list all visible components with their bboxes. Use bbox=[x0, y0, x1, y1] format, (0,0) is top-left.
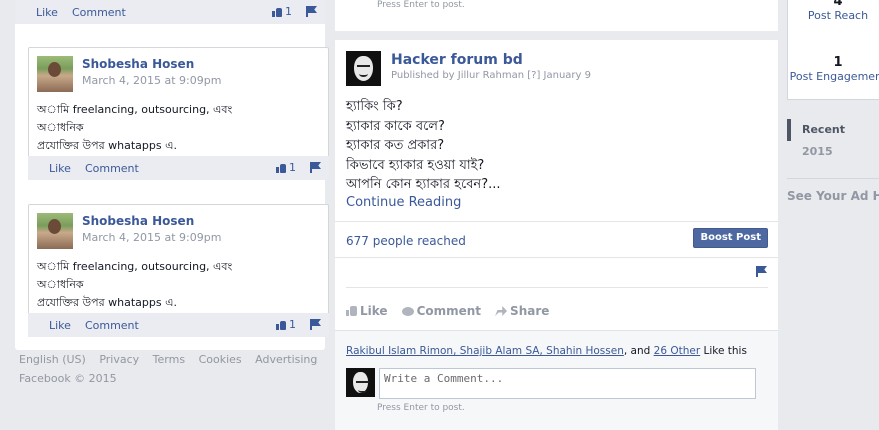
speech-bubble-icon bbox=[401, 306, 414, 316]
avatar[interactable] bbox=[37, 213, 73, 249]
reactions-summary: 1 bbox=[276, 318, 321, 331]
press-enter-hint: Press Enter to post. bbox=[377, 403, 465, 413]
post-line: হ্যাকার কত প্রকার? bbox=[346, 138, 445, 153]
like-count[interactable]: 1 bbox=[289, 318, 296, 331]
card-action-bar: Like Comment 1 bbox=[28, 313, 329, 337]
post-meta: Published by Jillur Rahman [?] January 9 bbox=[391, 70, 591, 81]
previous-post-stub: Press Enter to post. bbox=[335, 0, 778, 31]
footer-link-privacy[interactable]: Privacy bbox=[99, 353, 139, 366]
main-feed-column: Press Enter to post. Hacker forum bd Pub… bbox=[335, 0, 778, 430]
post-text-line: অামি freelancing, outsourcing, এবং অাধনি… bbox=[37, 260, 233, 291]
year-recent[interactable]: Recent bbox=[787, 119, 845, 141]
stat-label: Post Engagement bbox=[789, 70, 879, 83]
footer: English (US) Privacy Terms Cookies Adver… bbox=[19, 353, 327, 385]
post-line: হ্যাকার কাকে বলে? bbox=[346, 118, 445, 134]
flag-icon[interactable] bbox=[310, 162, 321, 173]
comment-card: Shobesha Hosen March 4, 2015 at 9:09pm অ… bbox=[28, 47, 329, 180]
comments-area: Rakibul Islam Rimon, Shajib Alam SA, Sha… bbox=[335, 330, 778, 430]
post-date[interactable]: March 4, 2015 at 9:09pm bbox=[82, 74, 221, 87]
like-action-label: Like bbox=[360, 304, 388, 318]
divider bbox=[335, 221, 778, 222]
boost-post-button[interactable]: Boost Post bbox=[693, 228, 768, 248]
like-action[interactable]: Like bbox=[346, 304, 388, 318]
page-post: Hacker forum bd Published by Jillur Rahm… bbox=[335, 40, 778, 430]
stat-label: Post Reach bbox=[807, 9, 869, 22]
press-enter-hint: Press Enter to post. bbox=[377, 0, 465, 10]
flag-icon[interactable] bbox=[756, 266, 767, 277]
page-name[interactable]: Hacker forum bd bbox=[391, 52, 523, 68]
share-action[interactable]: Share bbox=[495, 304, 549, 318]
see-your-ad-here[interactable]: See Your Ad Here bbox=[787, 189, 879, 203]
comment-link[interactable]: Comment bbox=[85, 319, 139, 332]
thumbs-up-icon bbox=[272, 7, 282, 17]
post-stats-box: 4 Post Reach 1 Post Engagement bbox=[787, 0, 879, 100]
post-text: অামি freelancing, outsourcing, এবং অাধনি… bbox=[37, 258, 277, 312]
comment-card: Shobesha Hosen March 4, 2015 at 9:09pm অ… bbox=[28, 204, 329, 337]
continue-reading-link[interactable]: Continue Reading bbox=[346, 195, 461, 210]
post-actions: Like Comment Share bbox=[346, 304, 563, 318]
post-date[interactable]: March 4, 2015 at 9:09pm bbox=[82, 231, 221, 244]
others-link[interactable]: 26 Other bbox=[654, 345, 701, 357]
like-count[interactable]: 1 bbox=[285, 5, 292, 18]
author-name[interactable]: Shobesha Hosen bbox=[82, 57, 194, 71]
likers-summary: Rakibul Islam Rimon, Shajib Alam SA, Sha… bbox=[346, 345, 747, 357]
author-name[interactable]: Shobesha Hosen bbox=[82, 214, 194, 228]
like-link[interactable]: Like bbox=[49, 319, 71, 332]
post-text-line: প্রযোক্তির উপর whatapps এ. bbox=[37, 139, 177, 152]
comment-link[interactable]: Comment bbox=[85, 162, 139, 175]
post-line: আপনি কোন হ্যাকার হবেন?... bbox=[346, 177, 501, 192]
share-arrow-icon bbox=[495, 306, 508, 316]
flag-icon[interactable] bbox=[306, 6, 317, 17]
left-feed-column: Like Comment 1 Shobesha Hosen March 4, 2… bbox=[15, 0, 329, 350]
comment-input[interactable]: Write a Comment... bbox=[379, 368, 756, 399]
likers-suffix: Like this bbox=[700, 345, 747, 357]
share-action-label: Share bbox=[510, 304, 550, 318]
top-post-action-bar: Like Comment 1 bbox=[15, 0, 325, 24]
footer-link-advertising[interactable]: Advertising bbox=[255, 353, 317, 366]
stat-number: 4 bbox=[833, 0, 843, 9]
likers-and: , and bbox=[623, 345, 654, 357]
timeline-years: Recent 2015 bbox=[787, 119, 845, 163]
year-2015[interactable]: 2015 bbox=[787, 141, 845, 163]
like-link[interactable]: Like bbox=[36, 6, 58, 19]
divider bbox=[346, 287, 768, 288]
thumbs-up-icon bbox=[346, 306, 357, 316]
comment-action[interactable]: Comment bbox=[401, 304, 482, 318]
footer-link-terms[interactable]: Terms bbox=[153, 353, 185, 366]
reactions-summary: 1 bbox=[276, 161, 321, 174]
people-reached[interactable]: 677 people reached bbox=[346, 234, 466, 248]
reactions-summary: 1 bbox=[272, 5, 317, 18]
mask-icon bbox=[353, 372, 369, 393]
avatar[interactable] bbox=[37, 56, 73, 92]
post-text-line: প্রযোক্তির উপর whatapps এ. bbox=[37, 296, 177, 309]
post-text: অামি freelancing, outsourcing, এবং অাধনি… bbox=[37, 101, 277, 155]
post-body: হ্যাকিং কি? হ্যাকার কাকে বলে? হ্যাকার কত… bbox=[346, 97, 501, 195]
divider bbox=[335, 257, 778, 258]
thumbs-up-icon bbox=[276, 320, 286, 330]
stat-number: 1 bbox=[833, 55, 843, 70]
divider bbox=[787, 178, 879, 179]
footer-link-language[interactable]: English (US) bbox=[19, 353, 86, 366]
post-line: কিভাবে হ্যাকার হওয়া যাই? bbox=[346, 157, 485, 173]
right-sidebar: 4 Post Reach 1 Post Engagement Recent 20… bbox=[787, 0, 879, 430]
liker-names-link[interactable]: Rakibul Islam Rimon, Shajib Alam SA, Sha… bbox=[346, 345, 624, 357]
card-action-bar: Like Comment 1 bbox=[28, 156, 329, 180]
copyright: Facebook © 2015 bbox=[19, 372, 117, 385]
stat-post-engagement[interactable]: 1 Post Engagement bbox=[788, 55, 879, 83]
commenter-avatar[interactable] bbox=[346, 368, 375, 397]
comment-link[interactable]: Comment bbox=[72, 6, 126, 19]
mask-icon bbox=[354, 56, 373, 81]
like-link[interactable]: Like bbox=[49, 162, 71, 175]
thumbs-up-icon bbox=[276, 163, 286, 173]
post-text-line: অামি freelancing, outsourcing, এবং অাধনি… bbox=[37, 103, 233, 134]
footer-link-cookies[interactable]: Cookies bbox=[199, 353, 242, 366]
like-count[interactable]: 1 bbox=[289, 161, 296, 174]
post-line: হ্যাকিং কি? bbox=[346, 99, 403, 114]
stat-post-reach[interactable]: 4 Post Reach bbox=[788, 0, 879, 22]
comment-action-label: Comment bbox=[416, 304, 482, 318]
flag-icon[interactable] bbox=[310, 319, 321, 330]
page-avatar[interactable] bbox=[346, 51, 381, 86]
